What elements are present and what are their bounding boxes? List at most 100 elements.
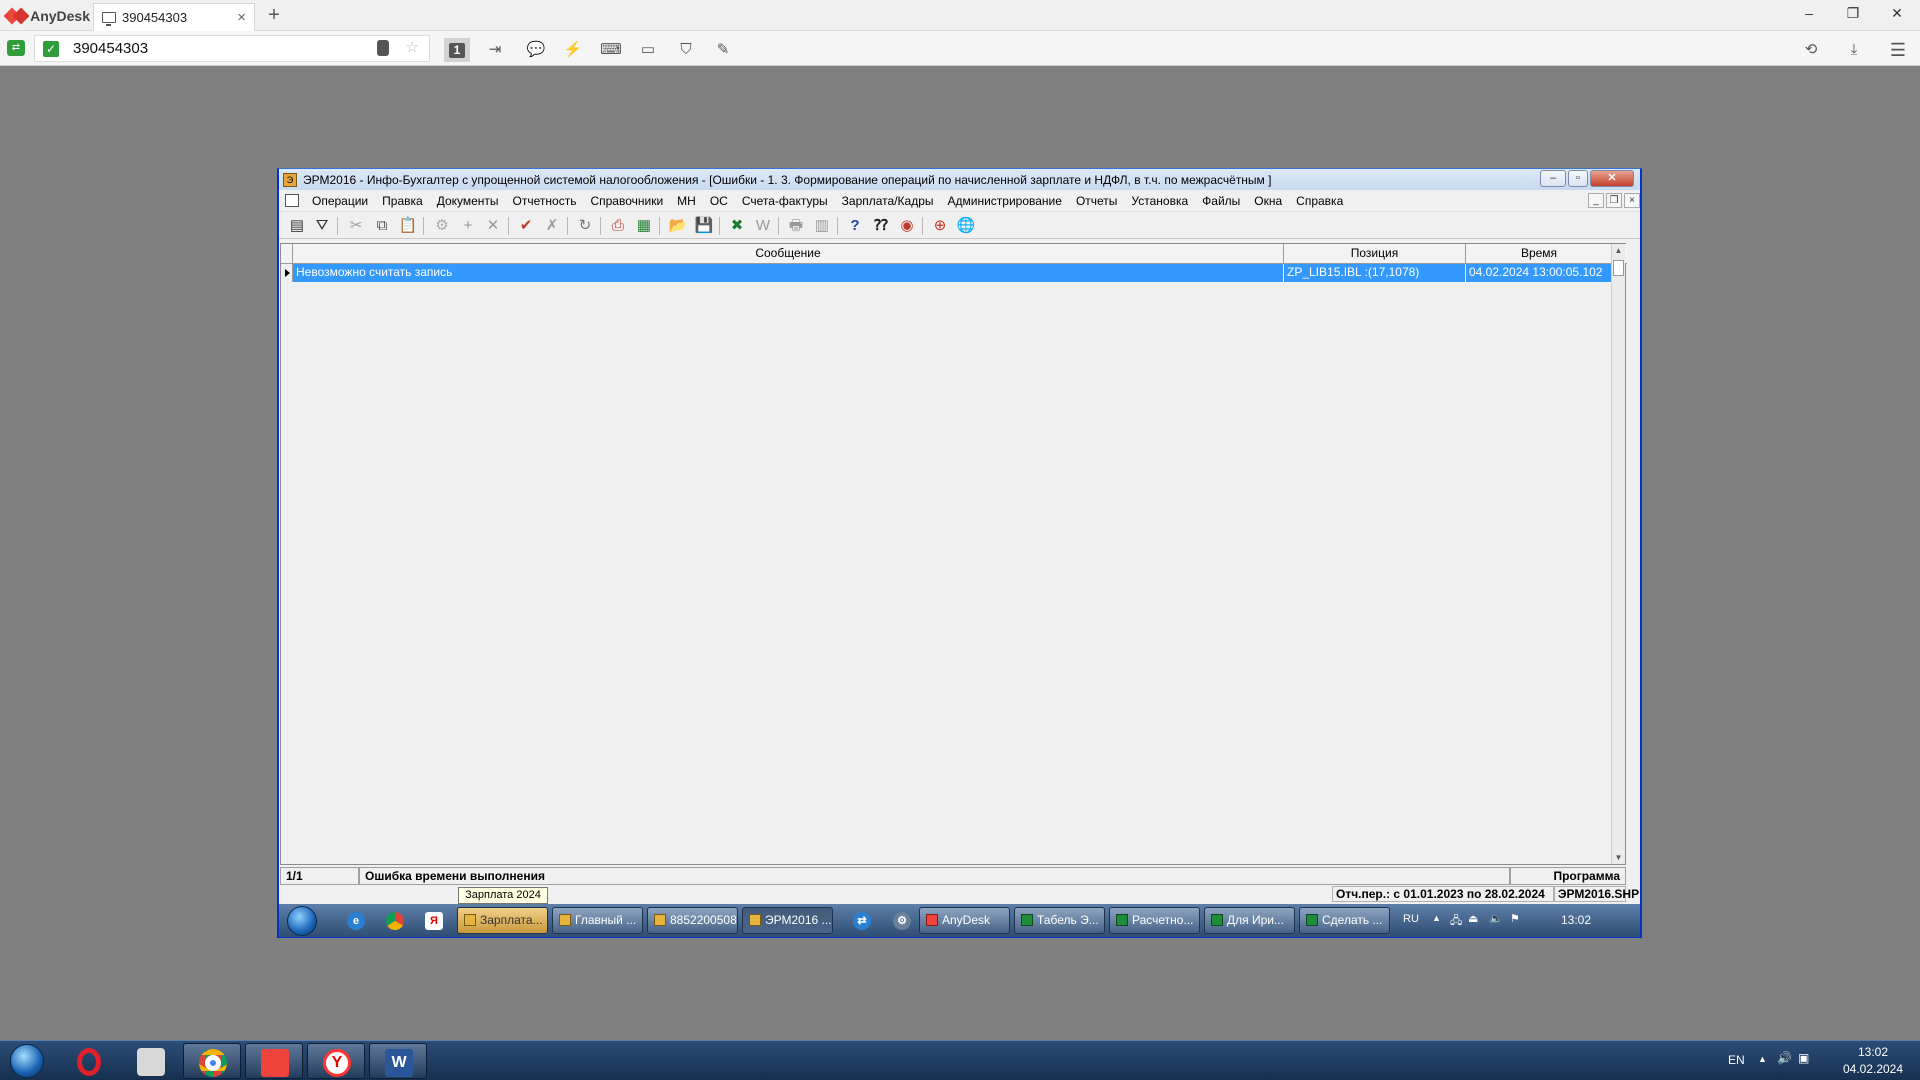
teamviewer-icon[interactable]: ⇄: [853, 912, 871, 930]
task-glavnyi[interactable]: Главный ...: [552, 907, 643, 934]
tray-expand-icon[interactable]: ▲: [1432, 913, 1441, 923]
minimize-button[interactable]: –: [1794, 5, 1824, 25]
task-zarplata[interactable]: Зарплата...: [457, 907, 548, 934]
snipping-tool-app[interactable]: [122, 1043, 180, 1079]
database-icon[interactable]: [377, 40, 389, 56]
menu-setup[interactable]: Установка: [1124, 194, 1195, 208]
scroll-thumb[interactable]: [1613, 260, 1624, 276]
copy-icon[interactable]: ⧉: [371, 215, 393, 237]
host-clock-time[interactable]: 13:02: [1838, 1045, 1908, 1059]
refresh-icon[interactable]: ↻: [574, 215, 596, 237]
cut-icon[interactable]: ✂: [345, 215, 367, 237]
task-dlya-iri[interactable]: Для Ири...: [1204, 907, 1295, 934]
volume-icon[interactable]: 🔈: [1489, 912, 1503, 925]
column-header-message[interactable]: Сообщение: [293, 244, 1284, 264]
file-transfer-icon[interactable]: ⇥: [482, 38, 508, 62]
connection-status-icon[interactable]: ⇄: [7, 40, 25, 56]
menu-files[interactable]: Файлы: [1195, 194, 1247, 208]
system-tool-icon[interactable]: ⚙: [893, 912, 911, 930]
host-tray-expand-icon[interactable]: ▲: [1758, 1054, 1767, 1064]
menu-edit[interactable]: Правка: [375, 194, 430, 208]
excel-export-icon[interactable]: ✖: [726, 215, 748, 237]
host-clock-date[interactable]: 04.02.2024: [1838, 1062, 1908, 1076]
print-icon[interactable]: 🖶: [785, 215, 807, 237]
actions-lightning-icon[interactable]: ⚡: [560, 38, 586, 62]
menu-reporting[interactable]: Отчетность: [506, 194, 584, 208]
remote-clock[interactable]: 13:02: [1561, 913, 1591, 927]
hamburger-menu-icon[interactable]: ☰: [1885, 38, 1911, 62]
globe-icon[interactable]: 🌐: [955, 215, 977, 237]
ie-icon[interactable]: e: [347, 912, 365, 930]
favorite-star-icon[interactable]: ☆: [406, 38, 419, 56]
restore-button[interactable]: ❐: [1838, 5, 1868, 25]
mdi-restore-button[interactable]: ❐: [1606, 193, 1622, 208]
menu-operations[interactable]: Операции: [305, 194, 375, 208]
host-network-icon[interactable]: ▣: [1798, 1051, 1809, 1065]
context-help-icon[interactable]: ⁇: [870, 215, 892, 237]
yandex-browser-app[interactable]: Y: [307, 1043, 365, 1079]
chrome-app[interactable]: [183, 1043, 241, 1079]
unmark-icon[interactable]: ✗: [541, 215, 563, 237]
history-icon[interactable]: ⟲: [1798, 38, 1824, 62]
keyboard-icon[interactable]: ⌨: [598, 38, 624, 62]
settings-icon[interactable]: ⚙: [431, 215, 453, 237]
scroll-up-icon[interactable]: ▲: [1612, 244, 1625, 257]
help-icon[interactable]: ?: [844, 215, 866, 237]
mdi-minimize-button[interactable]: _: [1588, 193, 1604, 208]
host-start-button[interactable]: [6, 1044, 48, 1078]
host-volume-icon[interactable]: 🔊: [1777, 1051, 1792, 1065]
address-bar[interactable]: ✓ 390454303 ☆: [34, 35, 430, 62]
app-minimize-button[interactable]: –: [1540, 170, 1566, 187]
task-anydesk[interactable]: AnyDesk: [919, 907, 1010, 934]
word-app[interactable]: W: [369, 1043, 427, 1079]
task-raschetno[interactable]: Расчетно...: [1109, 907, 1200, 934]
opera-app[interactable]: [60, 1043, 118, 1079]
task-sdelat[interactable]: Сделать ...: [1299, 907, 1390, 934]
menu-windows[interactable]: Окна: [1247, 194, 1289, 208]
monitor-1-icon[interactable]: 1: [444, 38, 470, 62]
paste-icon[interactable]: 📋: [397, 215, 419, 237]
yandex-icon[interactable]: Я: [425, 912, 443, 930]
task-tabel[interactable]: Табель Э...: [1014, 907, 1105, 934]
menu-mn[interactable]: МН: [670, 194, 703, 208]
permissions-shield-icon[interactable]: ⛉: [673, 38, 699, 62]
cell-time[interactable]: 04.02.2024 13:00:05.102: [1466, 264, 1615, 282]
save-icon[interactable]: 💾: [693, 215, 715, 237]
usb-icon[interactable]: ⏏: [1468, 912, 1478, 925]
app-close-button[interactable]: ✕: [1590, 170, 1634, 187]
compass-icon[interactable]: ◉: [896, 215, 918, 237]
chrome-icon[interactable]: [386, 912, 404, 930]
open-folder-icon[interactable]: 📂: [667, 215, 689, 237]
calculator-icon[interactable]: ▦: [633, 215, 655, 237]
task-erm2016[interactable]: ЭРМ2016 ...: [742, 907, 833, 934]
pdf-icon[interactable]: ⎙: [607, 215, 629, 237]
cell-position[interactable]: ZP_LIB15.IBL :(17,1078): [1284, 264, 1466, 282]
word-export-icon[interactable]: W: [752, 215, 774, 237]
host-language-indicator[interactable]: EN: [1728, 1053, 1745, 1067]
menu-help[interactable]: Справка: [1289, 194, 1350, 208]
lifebuoy-icon[interactable]: ⊕: [929, 215, 951, 237]
print-preview-icon[interactable]: ▥: [811, 215, 833, 237]
form-view-icon[interactable]: ▤: [286, 215, 308, 237]
session-tab[interactable]: 390454303 ×: [93, 3, 255, 31]
network-icon[interactable]: 🖧: [1450, 912, 1462, 931]
menu-documents[interactable]: Документы: [430, 194, 506, 208]
delete-icon[interactable]: ✕: [482, 215, 504, 237]
mark-icon[interactable]: ✔: [515, 215, 537, 237]
download-icon[interactable]: ⤓: [1841, 38, 1867, 62]
task-8852200508[interactable]: 8852200508: [647, 907, 738, 934]
vertical-scrollbar[interactable]: ▲ ▼: [1611, 244, 1625, 864]
cell-message[interactable]: Невозможно считать запись: [293, 264, 1284, 282]
menu-os[interactable]: ОС: [703, 194, 735, 208]
menu-references[interactable]: Справочники: [583, 194, 670, 208]
menu-payroll[interactable]: Зарплата/Кадры: [835, 194, 941, 208]
close-tab-icon[interactable]: ×: [237, 9, 246, 26]
menu-invoices[interactable]: Счета-фактуры: [735, 194, 835, 208]
language-indicator[interactable]: RU: [1403, 913, 1419, 925]
scroll-down-icon[interactable]: ▼: [1612, 851, 1625, 864]
display-icon[interactable]: ▭: [635, 38, 661, 62]
table-row[interactable]: Невозможно считать запись ZP_LIB15.IBL :…: [281, 264, 1615, 282]
close-window-button[interactable]: ✕: [1882, 5, 1912, 25]
menu-reports[interactable]: Отчеты: [1069, 194, 1124, 208]
menu-administration[interactable]: Администрирование: [941, 194, 1069, 208]
